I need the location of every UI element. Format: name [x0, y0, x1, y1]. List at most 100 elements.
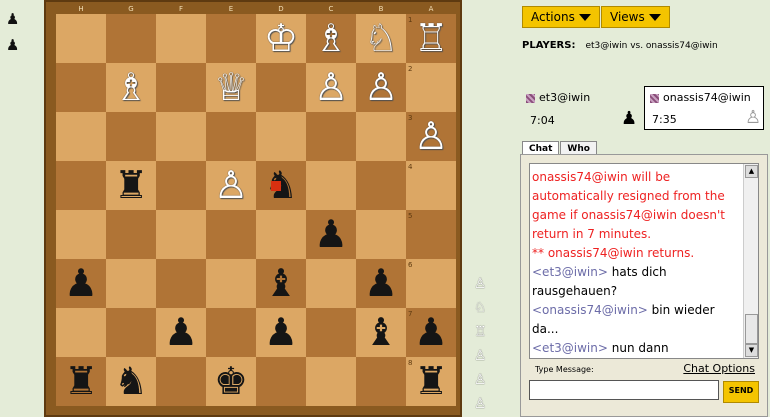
- chess-piece-icon[interactable]: ♞: [256, 161, 306, 210]
- board-square[interactable]: [306, 308, 356, 357]
- board-square[interactable]: [56, 63, 106, 112]
- scroll-down-icon[interactable]: ▼: [745, 344, 758, 357]
- board-square[interactable]: [156, 112, 206, 161]
- board-square[interactable]: 8 ♜: [406, 357, 456, 406]
- chess-piece-icon[interactable]: ♜: [56, 357, 106, 406]
- board-square[interactable]: [156, 161, 206, 210]
- board-square[interactable]: [256, 210, 306, 259]
- chess-piece-icon[interactable]: ♝: [256, 259, 306, 308]
- board-square[interactable]: ♙: [306, 63, 356, 112]
- board-square[interactable]: [206, 259, 256, 308]
- chat-log[interactable]: onassis74@iwin will be automatically res…: [529, 163, 759, 359]
- board-square[interactable]: [356, 357, 406, 406]
- board-square[interactable]: [106, 308, 156, 357]
- chess-piece-icon[interactable]: ♜: [406, 357, 456, 406]
- board-square[interactable]: [106, 210, 156, 259]
- chess-piece-icon[interactable]: ♟: [356, 259, 406, 308]
- board-square[interactable]: ♘: [356, 14, 406, 63]
- board-square[interactable]: 2: [406, 63, 456, 112]
- board-square[interactable]: ♙: [356, 63, 406, 112]
- board-square[interactable]: [206, 308, 256, 357]
- chess-piece-icon[interactable]: ♔: [256, 14, 306, 63]
- chess-piece-icon[interactable]: ♗: [106, 63, 156, 112]
- board-square[interactable]: 3 ♙: [406, 112, 456, 161]
- board-square[interactable]: 4: [406, 161, 456, 210]
- send-button[interactable]: SEND: [723, 381, 759, 403]
- message-input[interactable]: [529, 380, 719, 400]
- actions-button[interactable]: Actions: [522, 6, 600, 28]
- board-square[interactable]: 7 ♟: [406, 308, 456, 357]
- board-square[interactable]: [306, 161, 356, 210]
- chess-piece-icon[interactable]: ♙: [306, 63, 356, 112]
- board-square[interactable]: ♟: [156, 308, 206, 357]
- chess-piece-icon[interactable]: ♙: [356, 63, 406, 112]
- board-square[interactable]: [306, 357, 356, 406]
- chess-piece-icon[interactable]: ♞: [106, 357, 156, 406]
- board-square[interactable]: ♗: [106, 63, 156, 112]
- board-square[interactable]: [256, 357, 306, 406]
- chat-options-link[interactable]: Chat Options: [683, 362, 755, 375]
- board-square[interactable]: ♔: [256, 14, 306, 63]
- chess-piece-icon[interactable]: ♟: [256, 308, 306, 357]
- flag-icon: [526, 93, 535, 103]
- board-square[interactable]: [256, 112, 306, 161]
- board-square[interactable]: ♚: [206, 357, 256, 406]
- chess-piece-icon[interactable]: ♚: [206, 357, 256, 406]
- board-square[interactable]: [206, 112, 256, 161]
- board-square[interactable]: [156, 63, 206, 112]
- board-square[interactable]: [206, 14, 256, 63]
- board-square[interactable]: [106, 112, 156, 161]
- chess-piece-icon[interactable]: ♕: [206, 63, 256, 112]
- board-square[interactable]: [156, 210, 206, 259]
- board-square[interactable]: [56, 210, 106, 259]
- chess-piece-icon[interactable]: ♙: [206, 161, 256, 210]
- chess-piece-icon[interactable]: ♟: [156, 308, 206, 357]
- board-square[interactable]: [356, 112, 406, 161]
- board-square[interactable]: [56, 161, 106, 210]
- chess-piece-icon[interactable]: ♝: [356, 308, 406, 357]
- scroll-up-icon[interactable]: ▲: [745, 165, 758, 178]
- views-button[interactable]: Views: [601, 6, 670, 28]
- scroll-thumb[interactable]: [745, 314, 758, 344]
- chess-piece-icon[interactable]: ♟: [56, 259, 106, 308]
- board-square[interactable]: [56, 14, 106, 63]
- board-square[interactable]: [156, 14, 206, 63]
- board-square[interactable]: [106, 14, 156, 63]
- chess-piece-icon[interactable]: ♖: [406, 14, 456, 63]
- board-square[interactable]: [356, 161, 406, 210]
- board-square[interactable]: [106, 259, 156, 308]
- board-square[interactable]: ♞: [106, 357, 156, 406]
- board-square[interactable]: ♟: [356, 259, 406, 308]
- player1-clock: 7:04: [530, 114, 555, 127]
- board-square[interactable]: ♙: [206, 161, 256, 210]
- board-square[interactable]: [56, 308, 106, 357]
- chat-scrollbar[interactable]: ▲ ▼: [743, 164, 758, 358]
- board-square[interactable]: 5: [406, 210, 456, 259]
- board-square[interactable]: [306, 259, 356, 308]
- board-square[interactable]: [156, 357, 206, 406]
- board-square[interactable]: ♜: [106, 161, 156, 210]
- board-square[interactable]: [356, 210, 406, 259]
- board-square[interactable]: ♗: [306, 14, 356, 63]
- chess-piece-icon[interactable]: ♘: [356, 14, 406, 63]
- board-square[interactable]: [206, 210, 256, 259]
- chess-piece-icon[interactable]: ♗: [306, 14, 356, 63]
- board-square[interactable]: ♝: [256, 259, 306, 308]
- board-square[interactable]: ♞: [256, 161, 306, 210]
- chess-piece-icon[interactable]: ♙: [406, 112, 456, 161]
- board-square[interactable]: ♝: [356, 308, 406, 357]
- board-square[interactable]: ♟: [306, 210, 356, 259]
- board-square[interactable]: [56, 112, 106, 161]
- chess-piece-icon[interactable]: ♟: [306, 210, 356, 259]
- board-square[interactable]: 1 ♖: [406, 14, 456, 63]
- board-square[interactable]: ♟: [256, 308, 306, 357]
- board-square[interactable]: [156, 259, 206, 308]
- board-square[interactable]: 6: [406, 259, 456, 308]
- board-square[interactable]: [306, 112, 356, 161]
- board-square[interactable]: ♕: [206, 63, 256, 112]
- board-square[interactable]: ♜: [56, 357, 106, 406]
- chess-piece-icon[interactable]: ♜: [106, 161, 156, 210]
- chess-piece-icon[interactable]: ♟: [406, 308, 456, 357]
- board-square[interactable]: [256, 63, 306, 112]
- board-square[interactable]: ♟: [56, 259, 106, 308]
